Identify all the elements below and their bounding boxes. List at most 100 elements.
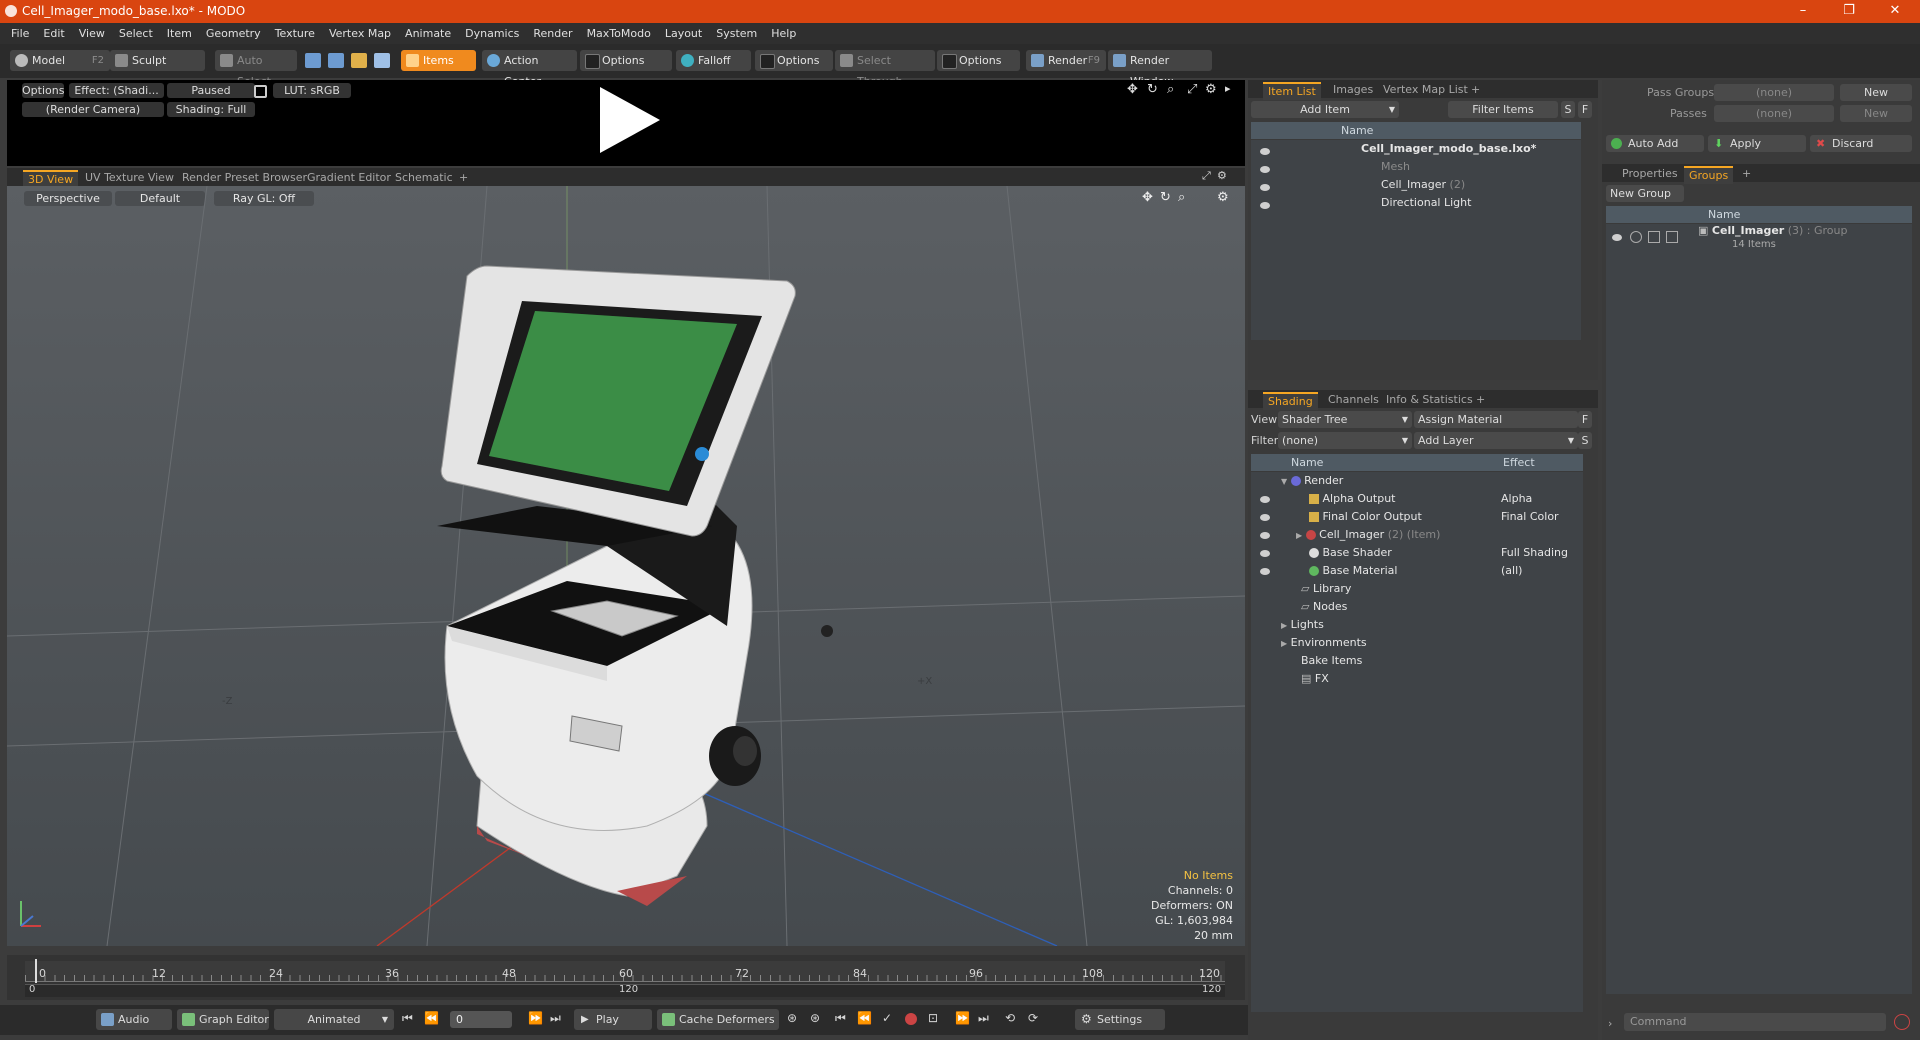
graph-editor-button[interactable]: Graph Editor	[177, 1009, 269, 1030]
visibility-eye-icon[interactable]	[1260, 532, 1270, 539]
item-f-button[interactable]: F	[1578, 101, 1592, 118]
tab-groups[interactable]: Groups	[1684, 166, 1734, 184]
command-history-icon[interactable]	[1894, 1014, 1910, 1030]
model-button[interactable]: Model F2	[10, 50, 110, 71]
discard-button[interactable]: ✖ Discard	[1810, 135, 1912, 152]
passes-dropdown[interactable]: (none)	[1714, 105, 1834, 122]
shader-row-library[interactable]: ▱ Library	[1301, 580, 1351, 598]
key-all-icon[interactable]: ⊛	[810, 1011, 820, 1025]
render-window-button[interactable]: Render Window	[1108, 50, 1212, 88]
shader-row-fx[interactable]: ▤ FX	[1301, 670, 1329, 688]
key-filter-icon[interactable]: ⊡	[928, 1011, 938, 1025]
tab-shading[interactable]: Shading	[1263, 392, 1318, 410]
close-icon[interactable]: ✕	[1872, 0, 1918, 23]
add-panel-tab-icon[interactable]: +	[1466, 82, 1485, 98]
items-mode-button[interactable]: Items	[401, 50, 476, 71]
polygons-mode-icon[interactable]	[351, 53, 367, 68]
shader-row-alpha-output[interactable]: Alpha Output	[1309, 490, 1395, 508]
auto-add-button[interactable]: Auto Add	[1606, 135, 1704, 152]
shader-row-base-material[interactable]: Base Material	[1309, 562, 1397, 580]
effect-dropdown[interactable]: Effect: (Shadi...	[69, 83, 164, 98]
effect-all[interactable]: (all)	[1501, 562, 1522, 580]
group-select-icon[interactable]	[1666, 231, 1678, 243]
visibility-eye-icon[interactable]	[1260, 496, 1270, 503]
shading-f-button[interactable]: F	[1578, 411, 1592, 428]
expand-icon[interactable]: ▸	[1225, 82, 1231, 95]
menu-vertex-map[interactable]: Vertex Map	[322, 23, 398, 44]
menu-select[interactable]: Select	[112, 23, 160, 44]
shading-s-button[interactable]: S	[1578, 432, 1592, 449]
filter-items-input[interactable]: Filter Items	[1448, 101, 1558, 118]
play-button[interactable]: ▶ Play	[574, 1009, 652, 1030]
menu-file[interactable]: File	[4, 23, 36, 44]
step-back-icon[interactable]: ⏪	[424, 1011, 439, 1025]
vertices-mode-icon[interactable]	[305, 53, 321, 68]
visibility-eye-icon[interactable]	[1260, 514, 1270, 521]
sync-icon[interactable]: ⟳	[1028, 1011, 1038, 1025]
filter-dropdown[interactable]: (none) ▼	[1278, 432, 1412, 449]
visibility-eye-icon[interactable]	[1260, 550, 1270, 557]
effect-final-color[interactable]: Final Color	[1501, 508, 1559, 526]
group-lock-icon[interactable]	[1648, 231, 1660, 243]
shader-row-bake-items[interactable]: Bake Items	[1301, 652, 1362, 670]
preview-options-button[interactable]: Options	[22, 83, 64, 98]
visibility-eye-icon[interactable]	[1260, 202, 1270, 209]
item-row-directional-light[interactable]: Directional Light	[1381, 194, 1471, 212]
animated-dropdown[interactable]: Animated ▼	[274, 1009, 394, 1030]
new-group-button[interactable]: New Group	[1606, 185, 1684, 202]
visibility-eye-icon[interactable]	[1260, 184, 1270, 191]
menu-view[interactable]: View	[72, 23, 112, 44]
camera-dropdown[interactable]: (Render Camera)	[22, 102, 164, 117]
keyframe-icon[interactable]: ⊛	[787, 1011, 797, 1025]
effect-full-shading[interactable]: Full Shading	[1501, 544, 1568, 562]
auto-key-icon[interactable]: ✓	[882, 1011, 892, 1025]
cache-deformers-button[interactable]: Cache Deformers	[657, 1009, 779, 1030]
apply-button[interactable]: ⬇ Apply	[1708, 135, 1806, 152]
shader-row-final-color-output[interactable]: Final Color Output	[1309, 508, 1422, 526]
menu-help[interactable]: Help	[764, 23, 803, 44]
assign-material-button[interactable]: Assign Material	[1414, 411, 1578, 428]
record-icon[interactable]	[905, 1013, 917, 1025]
visibility-eye-icon[interactable]	[1260, 568, 1270, 575]
go-to-end-icon[interactable]: ⏭	[550, 1011, 561, 1026]
sculpt-button[interactable]: Sculpt	[110, 50, 205, 71]
settings-button[interactable]: ⚙ Settings	[1075, 1009, 1165, 1030]
shader-row-environments[interactable]: ▶ Environments	[1281, 634, 1367, 652]
add-item-dropdown[interactable]: Add Item ▼	[1251, 101, 1399, 118]
rotate-icon[interactable]: ↻	[1147, 82, 1158, 97]
zoom-icon[interactable]: ⌕	[1167, 82, 1174, 97]
shader-name-column-header[interactable]: Name	[1251, 454, 1499, 471]
view-dropdown[interactable]: Shader Tree ▼	[1278, 411, 1412, 428]
new-pass-button[interactable]: New	[1840, 105, 1912, 122]
pan-icon[interactable]: ✥	[1127, 82, 1138, 97]
action-center-button[interactable]: Action Center	[482, 50, 577, 88]
loop-icon[interactable]: ⟲	[1005, 1011, 1015, 1025]
falloff-options-button[interactable]: Options	[755, 50, 833, 71]
menu-item[interactable]: Item	[160, 23, 199, 44]
tab-channels[interactable]: Channels	[1323, 392, 1384, 408]
effect-alpha[interactable]: Alpha	[1501, 490, 1532, 508]
edges-mode-icon[interactable]	[328, 53, 344, 68]
next-key-icon[interactable]: ⏪	[857, 1011, 872, 1025]
action-center-options-button[interactable]: Options	[580, 50, 672, 71]
menu-layout[interactable]: Layout	[658, 23, 709, 44]
select-options-button[interactable]: Options	[937, 50, 1020, 71]
visibility-eye-icon[interactable]	[1260, 166, 1270, 173]
tab-vertex-map-list[interactable]: Vertex Map List	[1378, 82, 1473, 98]
shader-row-nodes[interactable]: ▱ Nodes	[1301, 598, 1347, 616]
menu-dynamics[interactable]: Dynamics	[458, 23, 526, 44]
tab-info-statistics[interactable]: Info & Statistics	[1381, 392, 1478, 408]
falloff-button[interactable]: Falloff	[676, 50, 751, 71]
menu-animate[interactable]: Animate	[398, 23, 458, 44]
minimize-icon[interactable]: –	[1780, 0, 1826, 23]
render-button[interactable]: Render F9	[1026, 50, 1106, 71]
timeline[interactable]: 0 12 24 36 48 60 72 84 96 108 120 0 120 …	[7, 955, 1245, 1000]
select-through-button[interactable]: Select Through	[835, 50, 935, 88]
step-forward-icon[interactable]: ⏩	[528, 1011, 543, 1025]
add-tab-icon[interactable]: +	[454, 170, 473, 186]
add-layer-dropdown[interactable]: Add Layer ▼	[1414, 432, 1578, 449]
audio-button[interactable]: Audio	[96, 1009, 172, 1030]
menu-maxtomodo[interactable]: MaxToModo	[580, 23, 658, 44]
viewport-settings-icon[interactable]: ⚙	[1217, 169, 1227, 182]
shader-row-cell-imager[interactable]: ▶ Cell_Imager (2) (Item)	[1296, 526, 1440, 544]
